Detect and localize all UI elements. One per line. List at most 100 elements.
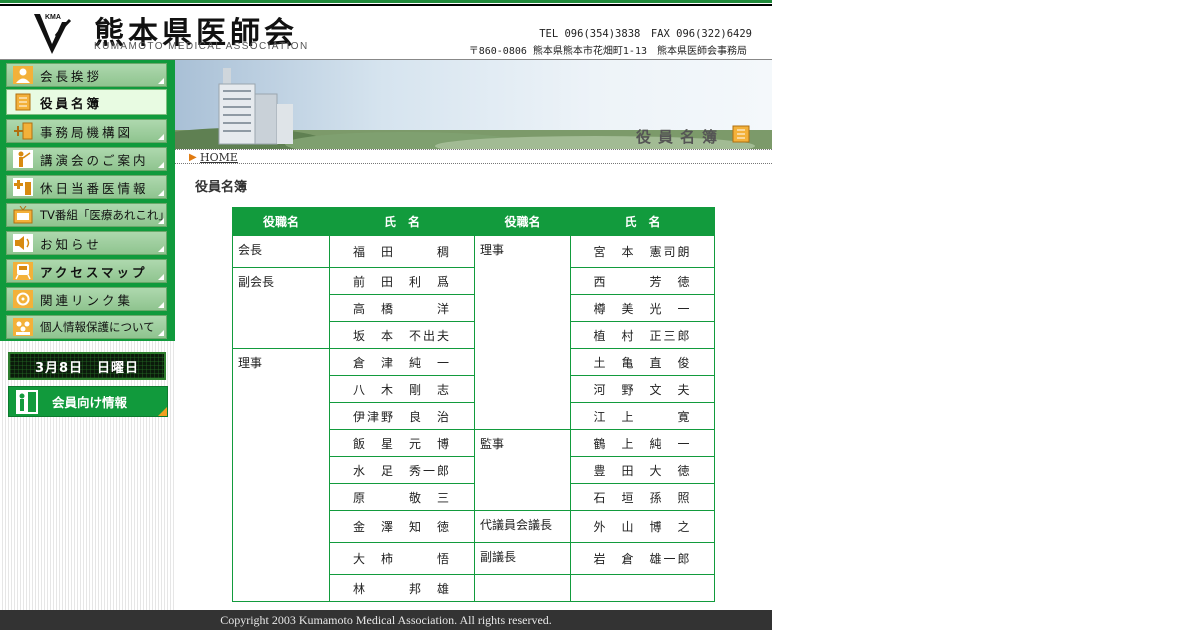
sidebar-item-label: TV番組「医療あれこれ」 <box>40 208 170 222</box>
date-text: 3月8日 日曜日 <box>34 360 140 376</box>
corner-arrow <box>158 274 164 280</box>
name-cell: 福 田 稠 <box>329 235 475 268</box>
member-info-button[interactable]: 会員向け情報 <box>8 386 168 417</box>
speaker-icon <box>13 234 33 252</box>
sidebar-item-label: 講演会のご案内 <box>40 152 149 168</box>
contact-phone-fax: TEL 096(354)3838 FAX 096(322)6429 <box>539 28 752 40</box>
header-top-line <box>0 0 772 3</box>
name-cell: 坂 本 不出夫 <box>329 321 475 349</box>
role-cell: 監事 <box>474 429 571 511</box>
name-cell: 石 垣 孫 照 <box>570 483 715 511</box>
sidebar-item-label: 会長挨拶 <box>40 68 103 84</box>
name-cell: 前 田 利 爲 <box>329 267 475 295</box>
breadcrumb-home-link[interactable]: HOME <box>200 151 238 164</box>
sidebar-item-label: お知らせ <box>40 236 102 252</box>
sidebar-item-holiday-doctors[interactable]: 休日当番医情報 <box>6 175 167 199</box>
logo-text: KMA <box>45 14 61 21</box>
sidebar-item-org-chart[interactable]: 事務局機構図 <box>6 119 167 143</box>
column-header: 役職名 <box>232 207 330 236</box>
roster-book-icon <box>15 93 31 111</box>
sidebar-item-news[interactable]: お知らせ <box>6 231 167 255</box>
name-cell: 岩 倉 雄一郎 <box>570 542 715 575</box>
footer: Copyright 2003 Kumamoto Medical Associat… <box>0 610 772 630</box>
role-cell: 代議員会議長 <box>474 510 571 543</box>
person-icon <box>13 66 33 84</box>
officers-table: 役職名 氏 名 役職名 氏 名 会長 福 田 稠 理事 宮 本 憲司朗 副会長 … <box>232 207 715 602</box>
sidebar-item-label: 個人情報保護について <box>40 320 155 334</box>
lecture-icon <box>13 150 33 168</box>
table-row: 理事 倉 津 純 一 土 亀 直 俊 <box>232 348 715 602</box>
sidebar-item-access-map[interactable]: アクセスマップ <box>6 259 167 283</box>
header-black-line <box>0 4 772 6</box>
corner-arrow <box>158 218 164 224</box>
corner-arrow <box>158 190 164 196</box>
corner-arrow <box>158 330 164 336</box>
column-header: 氏 名 <box>329 207 475 236</box>
page-banner: 役員名簿 <box>175 60 772 149</box>
site-title-english: KUMAMOTO MEDICAL ASSOCIATION <box>94 41 309 52</box>
link-icon <box>13 290 33 308</box>
corner-arrow <box>158 162 164 168</box>
name-cell: 高 橋 洋 <box>329 294 475 322</box>
sidebar-item-officers[interactable]: 役員名簿 <box>6 89 167 115</box>
table-header-row: 役職名 氏 名 役職名 氏 名 <box>232 207 715 236</box>
corner-arrow <box>158 78 164 84</box>
corner-arrow <box>158 134 164 140</box>
name-cell: 飯 星 元 博 <box>329 429 475 457</box>
role-cell: 理事 <box>474 235 571 430</box>
empty-cell <box>570 574 715 602</box>
train-icon <box>13 262 33 280</box>
page: KMA 熊本県医師会 KUMAMOTO MEDICAL ASSOCIATION … <box>0 0 772 630</box>
sidebar-item-label: 休日当番医情報 <box>40 180 149 196</box>
name-cell: 伊津野 良 治 <box>329 402 475 430</box>
role-cell: 副会長 <box>232 267 330 349</box>
column-header: 役職名 <box>474 207 571 236</box>
tv-icon <box>13 206 33 224</box>
roster-book-icon <box>732 125 750 143</box>
sidebar-item-label: アクセスマップ <box>40 264 148 280</box>
table-row: 会長 福 田 稠 理事 宮 本 憲司朗 <box>232 235 715 430</box>
name-cell: 林 邦 雄 <box>329 574 475 602</box>
sidebar-item-lectures[interactable]: 講演会のご案内 <box>6 147 167 171</box>
name-cell: 植 村 正三郎 <box>570 321 715 349</box>
org-chart-icon <box>14 122 33 140</box>
name-cell: 宮 本 憲司朗 <box>570 235 715 268</box>
sidebar-item-links[interactable]: 関連リンク集 <box>6 287 167 311</box>
name-cell: 八 木 剛 志 <box>329 375 475 403</box>
name-cell: 豊 田 大 徳 <box>570 456 715 484</box>
kma-logo[interactable]: KMA <box>32 10 72 56</box>
sidebar-item-tv-program[interactable]: TV番組「医療あれこれ」 <box>6 203 170 227</box>
name-cell: 樽 美 光 一 <box>570 294 715 322</box>
role-cell: 副議長 <box>474 542 571 575</box>
sidebar: 会長挨拶 役員名簿 事務局機構図 講演会のご案内 休日当番医情報 TV番組「医療… <box>0 60 175 610</box>
name-cell: 河 野 文 夫 <box>570 375 715 403</box>
name-cell: 倉 津 純 一 <box>329 348 475 376</box>
name-cell: 水 足 秀一郎 <box>329 456 475 484</box>
page-title: 役員名簿 <box>195 180 248 195</box>
sidebar-item-privacy[interactable]: 個人情報保護について <box>6 315 167 339</box>
table-row: 副会長 前 田 利 爲 西 芳 徳 <box>232 267 715 349</box>
breadcrumb-arrow-icon: ▶ <box>189 152 197 163</box>
sidebar-item-label: 関連リンク集 <box>40 292 134 308</box>
corner-arrow <box>158 246 164 252</box>
empty-cell <box>474 574 571 602</box>
sidebar-nav: 会長挨拶 役員名簿 事務局機構図 講演会のご案内 休日当番医情報 TV番組「医療… <box>0 60 175 341</box>
column-header: 氏 名 <box>570 207 715 236</box>
people-icon <box>13 318 33 336</box>
name-cell: 大 柿 悟 <box>329 542 475 575</box>
copyright-text: Copyright 2003 Kumamoto Medical Associat… <box>220 612 552 627</box>
sidebar-item-greeting[interactable]: 会長挨拶 <box>6 63 167 87</box>
name-cell: 原 敬 三 <box>329 483 475 511</box>
medical-cross-icon <box>13 178 33 196</box>
corner-arrow <box>158 407 167 416</box>
date-display: 3月8日 日曜日 <box>8 352 166 380</box>
member-info-label: 会員向け情報 <box>52 395 128 410</box>
name-cell: 外 山 博 之 <box>570 510 715 543</box>
name-cell: 土 亀 直 俊 <box>570 348 715 376</box>
breadcrumb: ▶ HOME <box>175 149 772 164</box>
sidebar-item-label: 役員名簿 <box>40 95 103 111</box>
door-person-icon <box>16 389 38 414</box>
role-cell: 会長 <box>232 235 330 268</box>
name-cell: 江 上 寛 <box>570 402 715 430</box>
sidebar-item-label: 事務局機構図 <box>40 124 134 140</box>
